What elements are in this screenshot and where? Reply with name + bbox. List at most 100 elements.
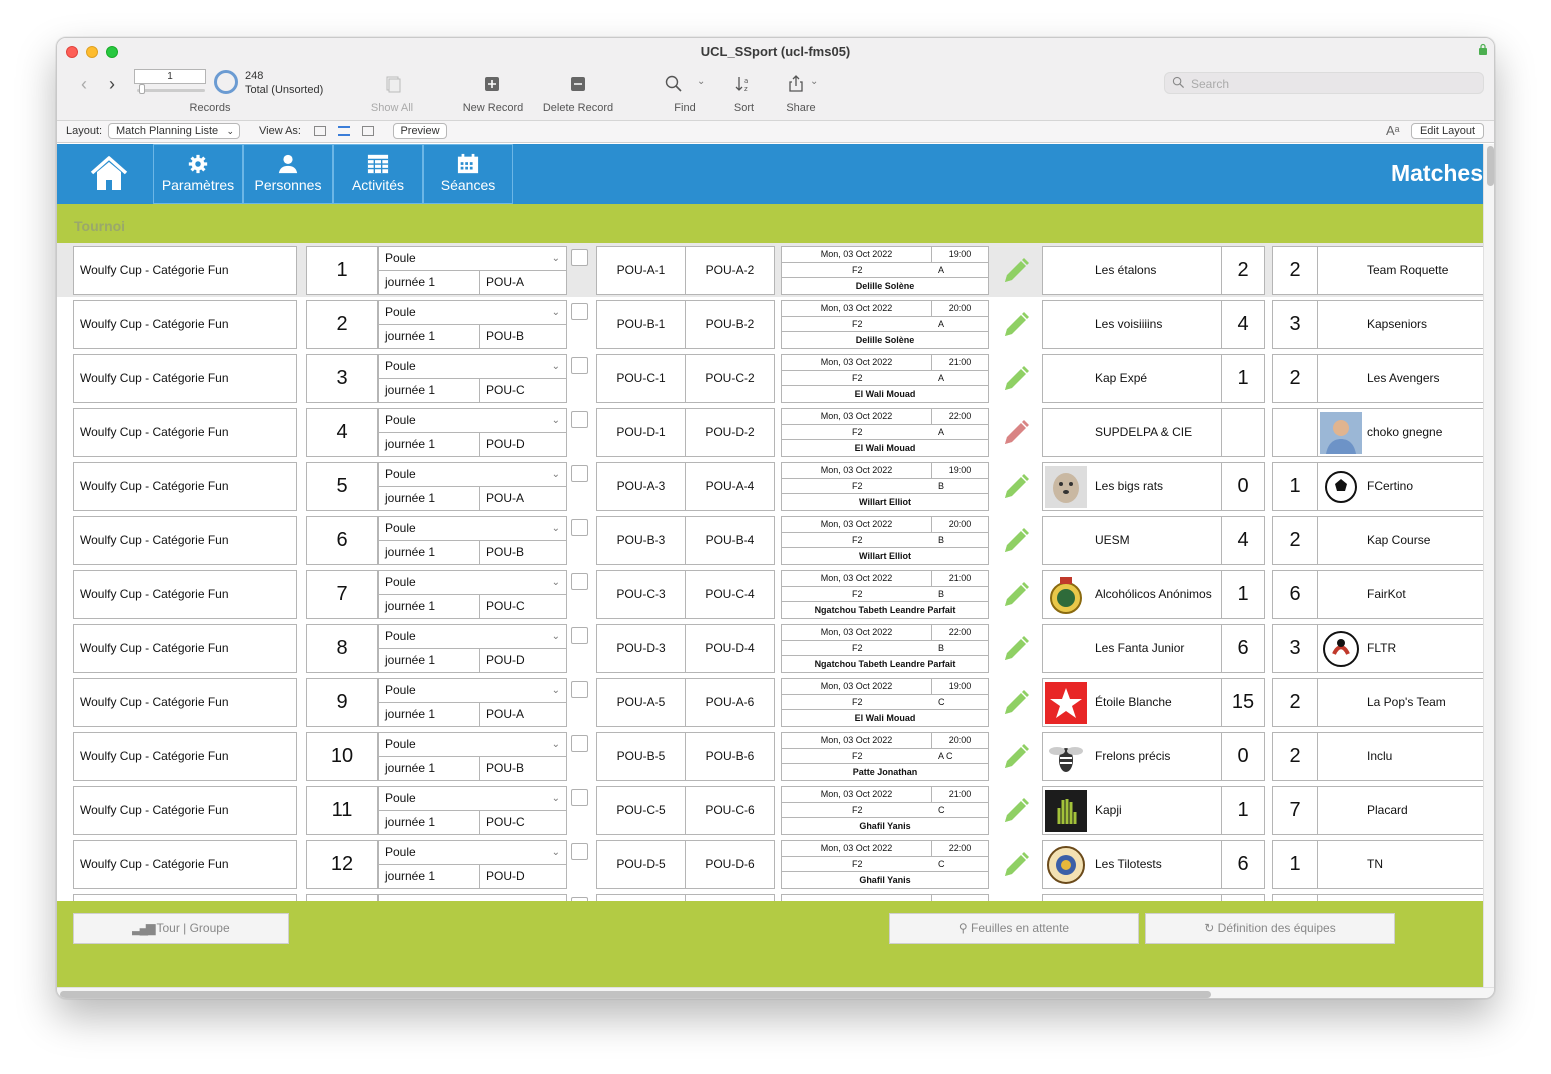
edit-pencil-icon[interactable]: [1000, 633, 1032, 665]
match-number-field[interactable]: 9: [306, 678, 378, 727]
slot-1-field[interactable]: POU-C-3: [596, 570, 686, 619]
match-time-field[interactable]: 20:00: [931, 516, 989, 533]
edit-pencil-icon[interactable]: [1000, 741, 1032, 773]
slot-1-field[interactable]: POU-B-5: [596, 732, 686, 781]
away-team-field[interactable]: Kapseniors: [1317, 300, 1483, 349]
match-time-field[interactable]: 19:00: [931, 246, 989, 263]
journee-field[interactable]: journée 1: [378, 324, 480, 349]
slot-2-field[interactable]: POU-D-6: [685, 840, 775, 889]
slot-2-field[interactable]: POU-C-2: [685, 354, 775, 403]
match-time-field[interactable]: 20:00: [931, 300, 989, 317]
home-score-field[interactable]: 0: [1221, 462, 1265, 511]
match-time-field[interactable]: 19:00: [931, 678, 989, 695]
referee-field[interactable]: Delille Solène: [781, 331, 989, 349]
away-team-field[interactable]: [1317, 894, 1483, 901]
edit-layout-button[interactable]: Edit Layout: [1411, 123, 1484, 139]
match-field-info[interactable]: F2 B: [781, 586, 989, 602]
away-score-field[interactable]: [1272, 408, 1318, 457]
match-time-field[interactable]: 21:00: [931, 354, 989, 371]
home-score-field[interactable]: [1221, 408, 1265, 457]
match-time-field[interactable]: 22:00: [931, 408, 989, 425]
vertical-scroll-thumb[interactable]: [1487, 146, 1494, 186]
share-button[interactable]: Share: [783, 102, 819, 114]
tournament-field[interactable]: Woulfy Cup - Catégorie Fun: [73, 408, 297, 457]
home-team-field[interactable]: Les Fanta Junior: [1042, 624, 1222, 673]
match-type-select[interactable]: Poule ⌄: [378, 840, 567, 865]
edit-pencil-icon[interactable]: [1000, 255, 1032, 287]
match-checkbox[interactable]: [571, 519, 588, 536]
match-row[interactable]: Woulfy Cup - Catégorie Fun 11 Poule ⌄ journé…: [57, 783, 1483, 837]
away-team-field[interactable]: Kap Course: [1317, 516, 1483, 565]
match-field-info[interactable]: F2 A: [781, 262, 989, 278]
journee-field[interactable]: journée 1: [378, 486, 480, 511]
referee-field[interactable]: El Wali Mouad: [781, 709, 989, 727]
edit-pencil-icon[interactable]: [1000, 849, 1032, 881]
edit-pencil-icon[interactable]: [1000, 579, 1032, 611]
home-team-field[interactable]: Les étalons: [1042, 246, 1222, 295]
group-field[interactable]: POU-C: [479, 810, 567, 835]
home-team-field[interactable]: Frelons précis: [1042, 732, 1222, 781]
home-team-field[interactable]: Alcohólicos Anónimos: [1042, 570, 1222, 619]
match-number-field[interactable]: 12: [306, 840, 378, 889]
home-score-field[interactable]: 15: [1221, 678, 1265, 727]
edit-pencil-icon[interactable]: [1000, 417, 1032, 449]
journee-field[interactable]: journée 1: [378, 378, 480, 403]
slot-2-field[interactable]: POU-D-2: [685, 408, 775, 457]
match-row[interactable]: Woulfy Cup - Catégorie Fun 7 Poule ⌄ journée…: [57, 567, 1483, 621]
group-field[interactable]: POU-B: [479, 540, 567, 565]
match-checkbox[interactable]: [571, 465, 588, 482]
tournament-field[interactable]: Woulfy Cup - Catégorie Fun: [73, 246, 297, 295]
tournament-field[interactable]: Woulfy Cup - Catégorie Fun: [73, 624, 297, 673]
match-checkbox[interactable]: [571, 573, 588, 590]
match-number-field[interactable]: 3: [306, 354, 378, 403]
slot-1-field[interactable]: POU-A-1: [596, 246, 686, 295]
previous-record-icon[interactable]: ‹: [81, 74, 87, 95]
referee-field[interactable]: El Wali Mouad: [781, 385, 989, 403]
match-field-info[interactable]: F2 B: [781, 532, 989, 548]
match-date-field[interactable]: Mon, 03 Oct 2022: [781, 354, 932, 371]
match-field-info[interactable]: F2 B: [781, 640, 989, 656]
slot-1-field[interactable]: POU-A-3: [596, 462, 686, 511]
journee-field[interactable]: journée 1: [378, 702, 480, 727]
home-team-field[interactable]: Kapji: [1042, 786, 1222, 835]
journee-field[interactable]: journée 1: [378, 648, 480, 673]
match-number-field[interactable]: [306, 894, 378, 901]
nav-activites[interactable]: Activités: [333, 144, 423, 204]
home-team-field[interactable]: SUPDELPA & CIE: [1042, 408, 1222, 457]
slot-2-field[interactable]: POU-C-6: [685, 786, 775, 835]
match-number-field[interactable]: 10: [306, 732, 378, 781]
match-number-field[interactable]: 6: [306, 516, 378, 565]
slot-1-field[interactable]: POU-D-1: [596, 408, 686, 457]
match-number-field[interactable]: 7: [306, 570, 378, 619]
match-time-field[interactable]: [931, 894, 989, 901]
match-type-select[interactable]: [378, 894, 567, 901]
match-checkbox[interactable]: [571, 357, 588, 374]
home-team-field[interactable]: [1042, 894, 1222, 901]
match-checkbox[interactable]: [571, 411, 588, 428]
tournament-field[interactable]: Woulfy Cup - Catégorie Fun: [73, 732, 297, 781]
match-row[interactable]: Woulfy Cup - Catégorie Fun 2 Poule ⌄ journée…: [57, 297, 1483, 351]
slot-2-field[interactable]: POU-B-6: [685, 732, 775, 781]
referee-field[interactable]: Ngatchou Tabeth Leandre Parfait: [781, 655, 989, 673]
slot-1-field[interactable]: POU-C-5: [596, 786, 686, 835]
slot-1-field[interactable]: POU-A-5: [596, 678, 686, 727]
slot-2-field[interactable]: POU-B-2: [685, 300, 775, 349]
edit-pencil-icon[interactable]: [1000, 309, 1032, 341]
match-number-field[interactable]: 11: [306, 786, 378, 835]
away-score-field[interactable]: 1: [1272, 840, 1318, 889]
horizontal-scrollbar[interactable]: [57, 987, 1494, 998]
away-score-field[interactable]: 2: [1272, 516, 1318, 565]
tour-groupe-button[interactable]: ▂▄▆ Tour | Groupe: [73, 913, 289, 944]
slot-1-field[interactable]: POU-B-1: [596, 300, 686, 349]
tournament-field[interactable]: Woulfy Cup - Catégorie Fun: [73, 570, 297, 619]
away-score-field[interactable]: 3: [1272, 300, 1318, 349]
referee-field[interactable]: Willart Elliot: [781, 547, 989, 565]
group-field[interactable]: POU-A: [479, 702, 567, 727]
journee-field[interactable]: journée 1: [378, 540, 480, 565]
tournament-field[interactable]: Woulfy Cup - Catégorie Fun: [73, 354, 297, 403]
match-number-field[interactable]: 5: [306, 462, 378, 511]
edit-pencil-icon[interactable]: [1000, 687, 1032, 719]
referee-field[interactable]: Ghafil Yanis: [781, 817, 989, 835]
match-row[interactable]: Woulfy Cup - Catégorie Fun 6 Poule ⌄ journée…: [57, 513, 1483, 567]
match-row[interactable]: Woulfy Cup - Catégorie Fun 4 Poule ⌄ journée…: [57, 405, 1483, 459]
